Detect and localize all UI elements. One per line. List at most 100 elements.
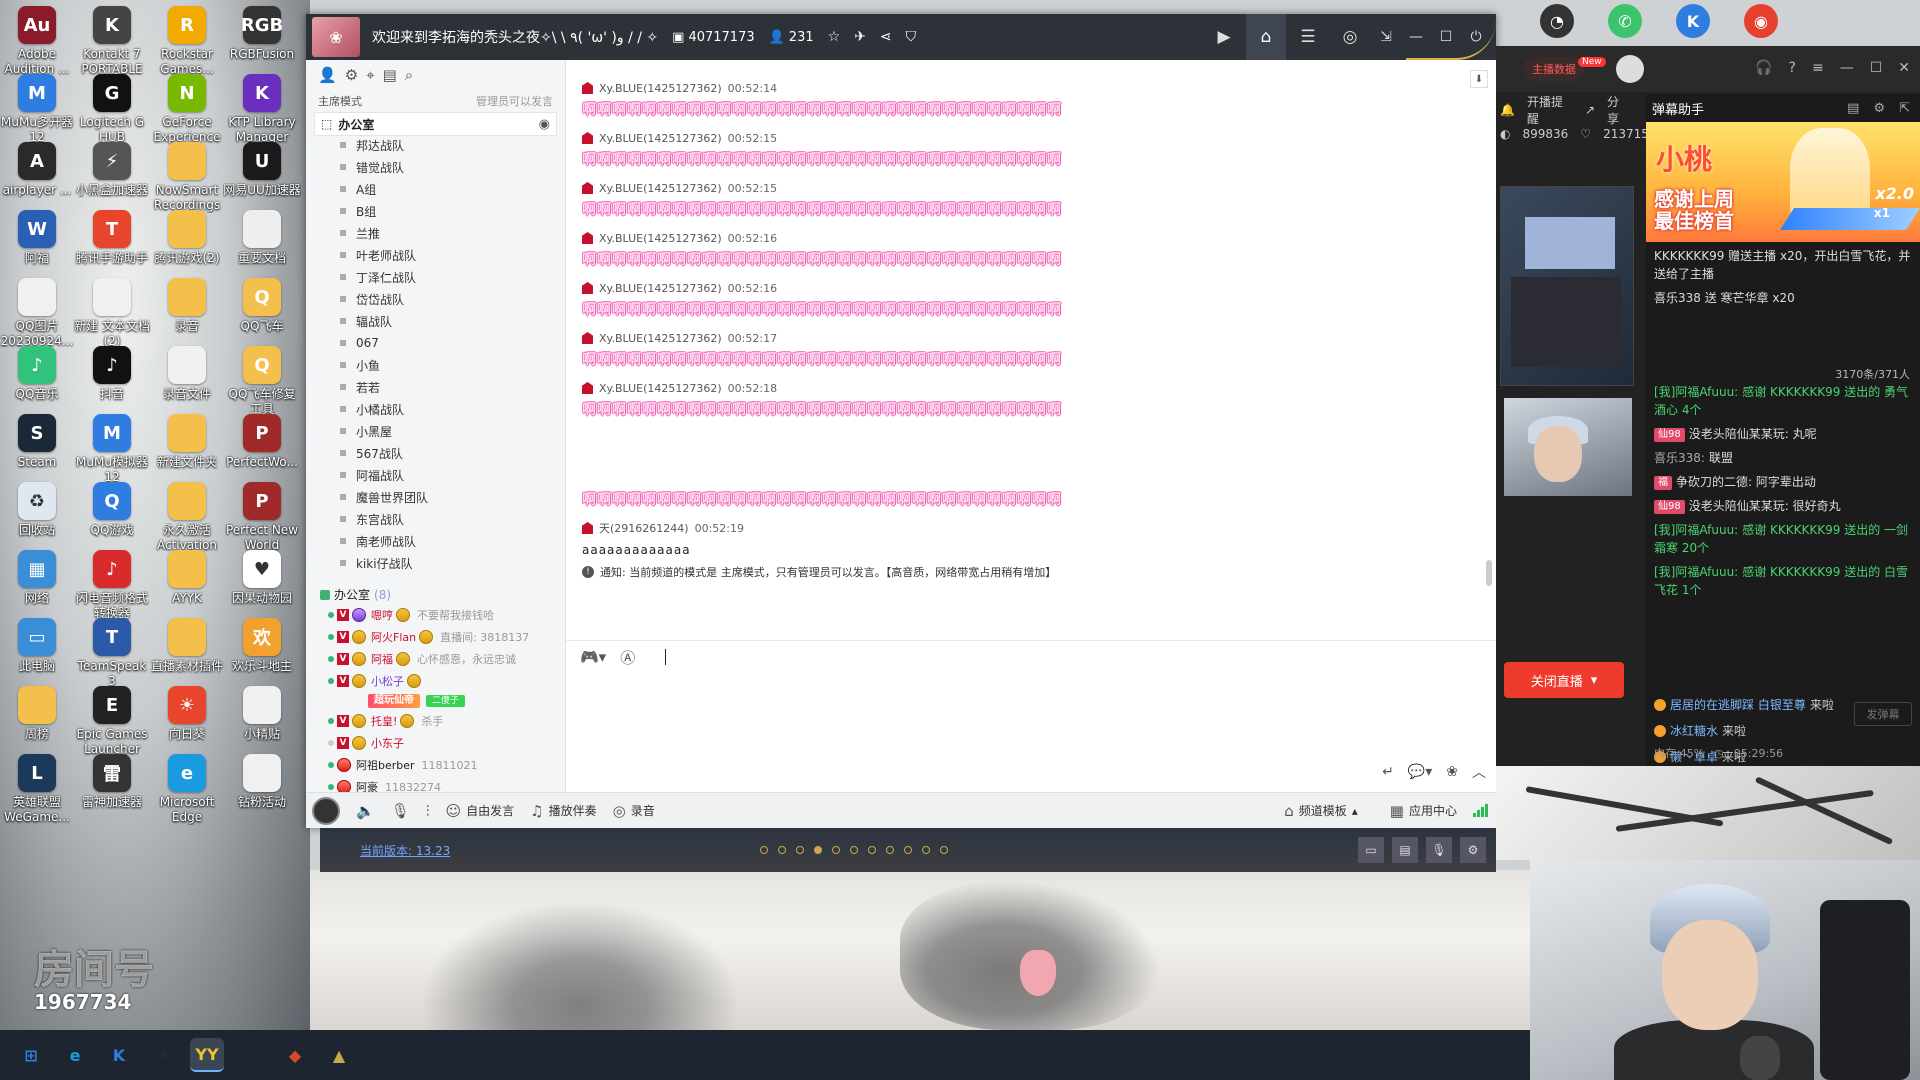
channel-tree-item[interactable]: 兰推: [306, 222, 560, 244]
desktop-icon[interactable]: 重要文档: [225, 210, 299, 266]
desktop-icon[interactable]: RGB RGBFusion: [225, 6, 299, 62]
bell-icon[interactable]: 🔔: [1500, 103, 1515, 117]
chat-bubble-icon[interactable]: 💬▾: [1408, 764, 1432, 780]
desktop-icon[interactable]: 钻粉活动: [225, 754, 299, 810]
headset-icon[interactable]: 🎧: [1755, 60, 1772, 76]
video-icon[interactable]: ▶: [1204, 14, 1244, 60]
channel-tree-item[interactable]: B组: [306, 200, 560, 222]
desktop-icon[interactable]: P PerfectWo...: [225, 414, 299, 470]
font-icon[interactable]: Ⓐ: [620, 647, 635, 668]
channel-tree-item[interactable]: 错觉战队: [306, 156, 560, 178]
netease-music-icon[interactable]: ◉: [1744, 4, 1778, 38]
chevron-up-icon[interactable]: ︿: [1472, 762, 1486, 782]
channel-tree-item[interactable]: 若若: [306, 376, 560, 398]
message-user[interactable]: Xy.BLUE(1425127362): [599, 332, 722, 345]
office-header[interactable]: 办公室 (8): [320, 586, 391, 603]
desktop-icon[interactable]: Au Adobe Audition ...: [0, 6, 74, 77]
channel-tree-item[interactable]: 东宫战队: [306, 508, 560, 530]
enter-icon[interactable]: ↵: [1382, 764, 1394, 780]
message-user[interactable]: 天(2916261244): [599, 520, 689, 536]
streamer-data-button[interactable]: 主播数据: [1524, 57, 1584, 81]
user-list-item[interactable]: 阿祖berber 11811021: [328, 754, 564, 776]
desktop-icon[interactable]: ☀ 向日葵: [150, 686, 224, 742]
maximize-button[interactable]: ☐: [1432, 14, 1460, 60]
desktop-icon[interactable]: 欢欢乐斗地主: [225, 618, 299, 674]
channel-tree-item[interactable]: 067: [306, 332, 560, 354]
download-icon[interactable]: ⇲: [1372, 14, 1400, 60]
desktop-icon[interactable]: N GeForce Experience: [150, 74, 224, 145]
desktop-icon[interactable]: NowSmart Recordings: [150, 142, 224, 213]
message-user[interactable]: Xy.BLUE(1425127362): [599, 232, 722, 245]
circle-app-icon[interactable]: ○: [234, 1038, 268, 1072]
yy-icon[interactable]: YY: [190, 1038, 224, 1072]
desktop-icon[interactable]: Aairplayer ...: [0, 142, 74, 198]
desktop-icon[interactable]: L 英雄联盟WeGame...: [0, 754, 74, 825]
notes-icon[interactable]: ▤: [383, 66, 397, 84]
desktop-icon[interactable]: 新建文件夹: [150, 414, 224, 470]
record-button[interactable]: ◎ 录音: [613, 802, 655, 820]
channel-tree-item[interactable]: 南老师战队: [306, 530, 560, 552]
maximize-button[interactable]: ☐: [1870, 60, 1883, 76]
desktop-icon[interactable]: S Steam: [0, 414, 74, 470]
share-icon[interactable]: ⋖: [880, 29, 892, 45]
channel-tree-item[interactable]: 567战队: [306, 442, 560, 464]
desktop-icon[interactable]: ♪ 闪电音频格式转换器: [75, 550, 149, 621]
channel-tree-item[interactable]: 小鱼: [306, 354, 560, 376]
channel-tree-item[interactable]: 魔兽世界团队: [306, 486, 560, 508]
free-speak-button[interactable]: ☺ 自由发言: [446, 802, 515, 820]
channel-tree-item[interactable]: 叶老师战队: [306, 244, 560, 266]
location-icon[interactable]: ⌖: [366, 66, 374, 84]
plane-icon[interactable]: ✈: [854, 29, 866, 45]
my-avatar[interactable]: [312, 796, 340, 825]
channel-tree-item[interactable]: 岱岱战队: [306, 288, 560, 310]
user-list-item[interactable]: V 阿火Flan 直播间: 3818137: [328, 626, 564, 648]
channel-tree-item[interactable]: 小黑屋: [306, 420, 560, 442]
list-icon[interactable]: ☰: [1288, 14, 1328, 60]
desktop-icon[interactable]: E Epic Games Launcher: [75, 686, 149, 757]
desktop-icon[interactable]: ♻ 回收站: [0, 482, 74, 538]
desktop-icon[interactable]: 直播素材插件: [150, 618, 224, 674]
channel-tree-item[interactable]: 丁泽仁战队: [306, 266, 560, 288]
streamer-avatar[interactable]: [1615, 55, 1644, 83]
power-icon[interactable]: ⏻: [1462, 14, 1490, 60]
league-icon[interactable]: ◆: [278, 1038, 312, 1072]
version-link[interactable]: 当前版本: 13.23: [360, 842, 450, 859]
desktop-icon[interactable]: U 网易UU加速器: [223, 142, 301, 198]
channel-tree-item[interactable]: 小橘战队: [306, 398, 560, 420]
channel-tree-item[interactable]: A组: [306, 178, 560, 200]
channel-template-button[interactable]: ⌂ 频道模板 ▴: [1284, 802, 1358, 820]
user-list-item[interactable]: V 嗯哼 不要帮我接钱哈: [328, 604, 564, 626]
channel-avatar[interactable]: ❀: [312, 17, 360, 57]
play-music-button[interactable]: ♫ 播放伴奏: [530, 802, 596, 820]
gear-icon[interactable]: ⚙: [345, 66, 358, 84]
shield-icon[interactable]: ⛉: [906, 29, 917, 45]
desktop-icon[interactable]: M MuMu模拟器12: [75, 414, 149, 485]
desktop-icon[interactable]: M MuMu多开器12: [0, 74, 74, 145]
desktop-icon[interactable]: ⚡ 小黑盒加速器: [75, 142, 149, 198]
channel-tree-item[interactable]: kiki仔战队: [306, 552, 560, 574]
channel-tree-item[interactable]: 辐战队: [306, 310, 560, 332]
desktop-icon[interactable]: ▦ 网络: [0, 550, 74, 606]
gear-icon[interactable]: ⚙: [1460, 837, 1486, 863]
chat-scrollbar[interactable]: [1486, 560, 1492, 586]
windows-start-icon[interactable]: ⊞: [14, 1038, 48, 1072]
desktop-icon[interactable]: P Perfect New World: [225, 482, 299, 553]
stream-preview[interactable]: [1500, 186, 1634, 386]
gamepad-icon[interactable]: ◎: [1330, 14, 1370, 60]
share-icon[interactable]: ↗: [1585, 103, 1595, 117]
user-list-item[interactable]: V 小东子: [328, 732, 564, 754]
desktop-icon[interactable]: T TeamSpeak 3: [75, 618, 149, 689]
desktop-icon[interactable]: 录音: [150, 278, 224, 334]
desktop-icon[interactable]: 新建 文本文档 (2): [74, 278, 150, 349]
user-list-item[interactable]: V 阿福 心怀感恩，永远忠诚: [328, 648, 564, 670]
star-icon[interactable]: ☆: [828, 29, 841, 45]
user-icon[interactable]: 👤: [318, 66, 337, 84]
message-icon[interactable]: ▭: [1358, 837, 1384, 863]
gamepad-icon[interactable]: 🎮▾: [580, 648, 606, 666]
desktop-icon[interactable]: Q QQ飞车: [225, 278, 299, 334]
edge-icon[interactable]: e: [58, 1038, 92, 1072]
flower-icon[interactable]: ❀: [1446, 764, 1458, 780]
desktop-icon[interactable]: Q QQ飞车修复工具: [225, 346, 299, 417]
message-user[interactable]: Xy.BLUE(1425127362): [599, 382, 722, 395]
desktop-icon[interactable]: ♥ 因果动物园: [225, 550, 299, 606]
